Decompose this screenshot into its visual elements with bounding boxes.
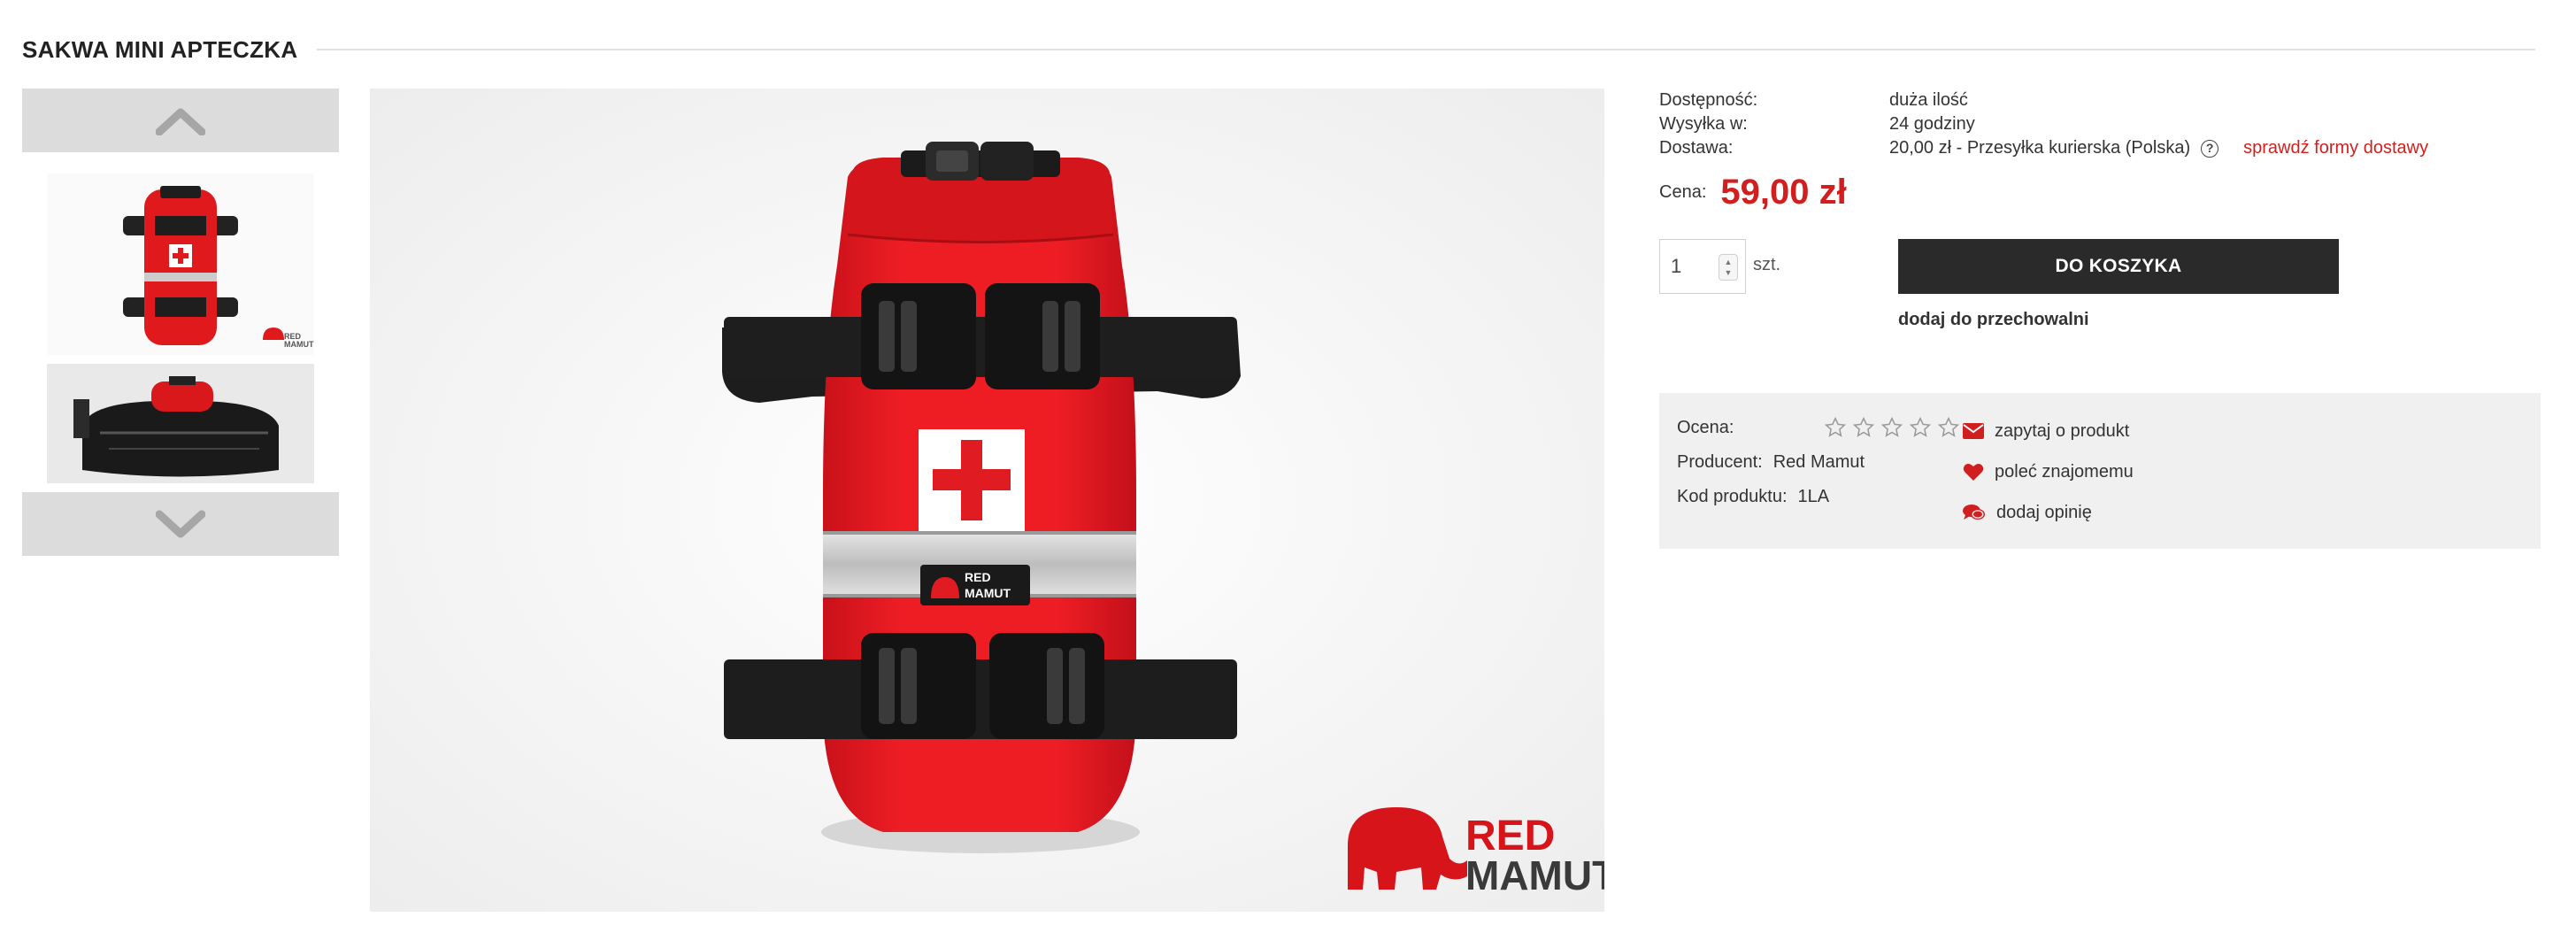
chevron-up-icon <box>156 108 205 135</box>
stepper-up-icon[interactable]: ▲ <box>1725 257 1733 267</box>
thumbnail-brand-logo: RED MAMUT <box>263 333 314 349</box>
star-icon[interactable] <box>1852 416 1875 439</box>
price-value: 59,00 zł <box>1720 173 1847 212</box>
product-info: Dostępność: duża ilość Wysyłka w: 24 god… <box>1659 89 2541 549</box>
star-icon[interactable] <box>1880 416 1903 439</box>
availability-label: Dostępność: <box>1659 90 1758 110</box>
logo-text-mamut: MAMUT <box>1465 852 1604 898</box>
star-icon[interactable] <box>1824 416 1847 439</box>
shipping-time-value: 24 godziny <box>1889 114 1975 134</box>
shipping-time-label: Wysyłka w: <box>1659 114 1748 134</box>
availability-row: Dostępność: duża ilość <box>1659 89 2535 112</box>
star-icon[interactable] <box>1909 416 1932 439</box>
patch-brand-text-2: MAMUT <box>965 586 1011 600</box>
producer-row: Producent: Red Mamut <box>1677 451 1960 474</box>
question-circle-icon[interactable]: ? <box>2201 139 2219 158</box>
thumbnail-bag-image <box>47 173 314 355</box>
main-product-image[interactable]: RED MAMUT RED MAMUT <box>370 89 1604 912</box>
producer-value[interactable]: Red Mamut <box>1773 452 1865 473</box>
comments-icon <box>1963 505 1985 520</box>
thumbnail-scroll-down-button[interactable] <box>22 492 339 556</box>
recommend-to-friend-label: poleć znajomemu <box>1995 461 2134 482</box>
add-review-link[interactable]: dodaj opinię <box>1963 501 2134 524</box>
rating-row: Ocena: <box>1677 416 1960 439</box>
producer-label: Producent: <box>1677 451 1763 472</box>
product-actions: zapytaj o produkt poleć znajomemu dodaj … <box>1963 420 2134 542</box>
add-to-cart-button[interactable]: DO KOSZYKA <box>1898 239 2339 294</box>
ask-about-product-label: zapytaj o produkt <box>1995 420 2130 441</box>
quantity-input[interactable]: 1 ▲ ▼ <box>1659 239 1746 294</box>
check-delivery-options-link[interactable]: sprawdź formy dostawy <box>2243 136 2428 160</box>
thumbnail-gallery: RED MAMUT <box>22 89 339 556</box>
availability-value: duża ilość <box>1889 90 1968 110</box>
thumbnail-image-1[interactable]: RED MAMUT <box>47 173 314 355</box>
rating-stars[interactable] <box>1824 416 1960 439</box>
quantity-stepper[interactable]: ▲ ▼ <box>1719 254 1738 281</box>
page-title: SAKWA MINI APTECZKA <box>22 35 298 63</box>
delivery-row: Dostawa: 20,00 zł - Przesyłka kurierska … <box>1659 136 2535 160</box>
star-icon[interactable] <box>1937 416 1960 439</box>
product-code-label: Kod produktu: <box>1677 486 1788 506</box>
product-code-value: 1LA <box>1797 486 1830 506</box>
recommend-to-friend-link[interactable]: poleć znajomemu <box>1963 460 2134 483</box>
title-row: SAKWA MINI APTECZKA <box>22 32 2535 67</box>
thumbnail-brand-text-2: MAMUT <box>284 340 314 349</box>
price-label: Cena: <box>1659 182 1707 202</box>
delivery-value-wrap: 20,00 zł - Przesyłka kurierska (Polska) … <box>1889 136 2428 160</box>
product-details-list: Ocena: Producent: Red Mamut Kod produktu… <box>1677 416 1960 520</box>
add-review-label: dodaj opinię <box>1996 502 2092 522</box>
title-divider <box>317 49 2535 50</box>
price-row: Cena: 59,00 zł <box>1659 173 2535 212</box>
thumbnail-image-2[interactable] <box>47 364 314 483</box>
ask-about-product-link[interactable]: zapytaj o produkt <box>1963 420 2134 443</box>
product-details-panel: Ocena: Producent: Red Mamut Kod produktu… <box>1659 393 2541 549</box>
heart-icon <box>1963 464 1984 481</box>
product-photo: RED MAMUT RED MAMUT <box>370 89 1604 912</box>
quantity-value: 1 <box>1671 255 1682 277</box>
delivery-label: Dostawa: <box>1659 138 1734 158</box>
envelope-icon <box>1963 423 1984 439</box>
stepper-down-icon[interactable]: ▼ <box>1725 267 1733 278</box>
chevron-down-icon <box>156 510 205 538</box>
product-code-row: Kod produktu: 1LA <box>1677 485 1960 508</box>
quantity-unit: szt. <box>1753 255 1781 274</box>
add-to-storage-link[interactable]: dodaj do przechowalni <box>1898 310 2089 330</box>
patch-brand-text-1: RED <box>965 570 991 584</box>
thumbnail-scroll-up-button[interactable] <box>22 89 339 152</box>
buy-row: 1 ▲ ▼ szt. DO KOSZYKA dodaj do przechowal… <box>1659 239 2535 329</box>
thumbnail-bike-bag-image <box>47 364 314 483</box>
shipping-time-row: Wysyłka w: 24 godziny <box>1659 112 2535 136</box>
delivery-value: 20,00 zł - Przesyłka kurierska (Polska) <box>1889 138 2191 158</box>
rating-label: Ocena: <box>1677 417 1734 437</box>
